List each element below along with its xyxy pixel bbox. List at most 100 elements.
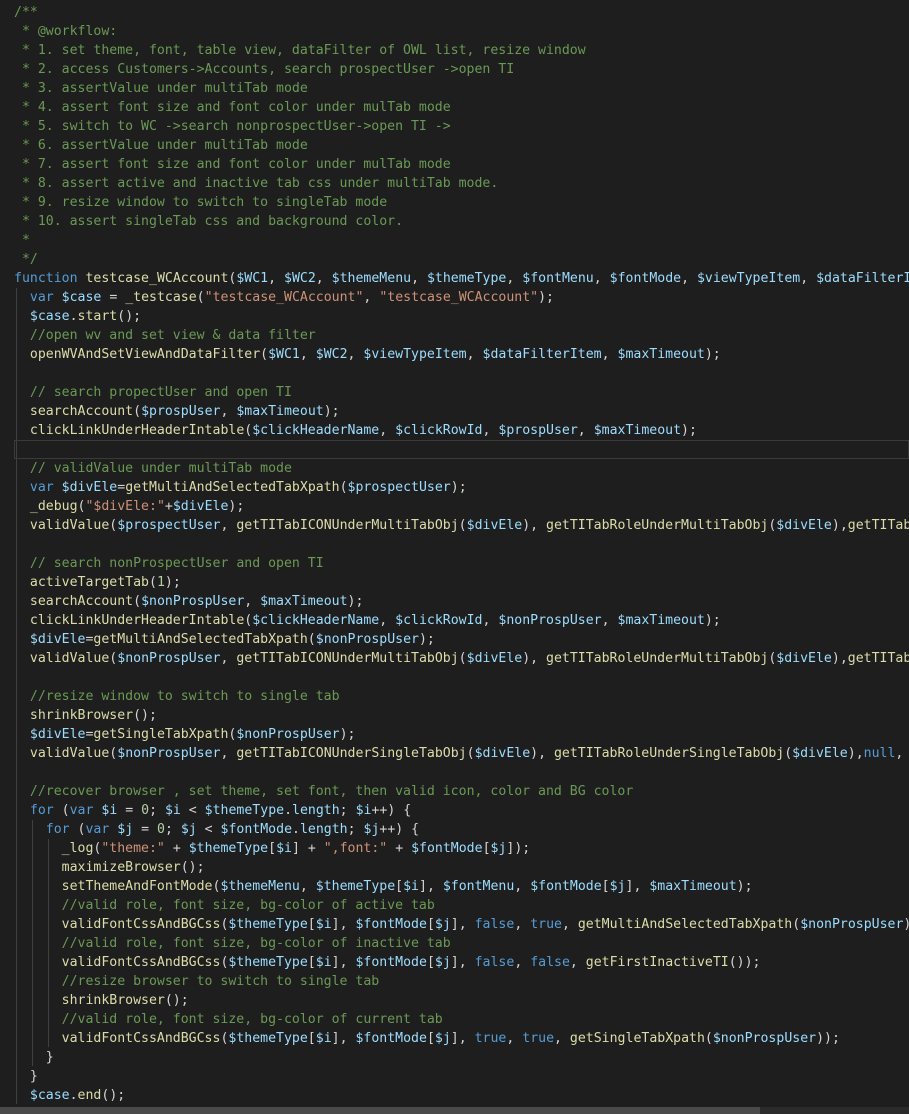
code-line[interactable]: * 7. assert font size and font color und… — [14, 155, 909, 174]
code-line[interactable]: * 4. assert font size and font color und… — [14, 98, 909, 117]
code-token: , — [268, 271, 285, 286]
code-line[interactable]: openWVAndSetViewAndDataFilter($WC1, $WC2… — [14, 345, 909, 364]
code-line[interactable]: validFontCssAndBGCss($themeType[$i], $fo… — [14, 1029, 909, 1048]
code-token: //recover browser , set theme, set font,… — [29, 784, 634, 799]
code-lines[interactable]: /** * @workflow: * 1. set theme, font, t… — [14, 3, 909, 1114]
code-token: [ — [307, 917, 316, 932]
code-line[interactable] — [14, 440, 909, 459]
code-token: length — [299, 822, 348, 837]
code-line[interactable]: validValue ($nonProspUser, getTITabICONUn… — [14, 649, 909, 668]
code-line[interactable]: activeTargetTab(1); — [14, 573, 909, 592]
code-line[interactable]: $divEle=getSingleTabXpath($nonProspUser)… — [14, 725, 909, 744]
code-token: ], — [331, 917, 356, 932]
code-token: , — [800, 271, 817, 286]
code-token: ] + — [291, 841, 324, 856]
code-line[interactable]: $case.end(); — [14, 1086, 909, 1105]
code-token: , — [466, 347, 483, 362]
code-token: $clickHeaderName — [252, 613, 380, 628]
code-line[interactable]: for (var $j = 0; $j < $fontMode.length; … — [14, 820, 909, 839]
code-line[interactable]: shrinkBrowser(); — [14, 991, 909, 1010]
code-line[interactable]: // validValue under multiTab mode — [14, 459, 909, 478]
code-line[interactable]: //valid role, font size, bg-color of cur… — [14, 1010, 909, 1029]
code-line[interactable]: maximizeBrowser(); — [14, 858, 909, 877]
code-token: + — [164, 841, 189, 856]
code-line[interactable]: $case.start(); — [14, 307, 909, 326]
code-line[interactable]: // search propectUser and open TI — [14, 383, 909, 402]
code-line[interactable]: setThemeAndFontMode($themeMenu, $themeTy… — [14, 877, 909, 896]
code-line[interactable]: _debug("$divEle:"+$divEle); — [14, 497, 909, 516]
code-line[interactable]: validFontCssAndBGCss($themeType[$i], $fo… — [14, 953, 909, 972]
code-token: $fontMode — [220, 822, 293, 837]
code-line[interactable]: //valid role, font size, bg-color of ina… — [14, 934, 909, 953]
code-line[interactable]: var $case = _testcase("testcase_WCAccoun… — [14, 288, 909, 307]
code-token: $maxTimeout — [617, 613, 705, 628]
code-line[interactable]: * — [14, 231, 909, 250]
code-line[interactable]: $divEle=getMultiAndSelectedTabXpath($non… — [14, 630, 909, 649]
code-token: ); — [323, 404, 340, 419]
code-line[interactable]: validValue ($nonProspUser, getTITabICONUn… — [14, 744, 909, 763]
code-line[interactable]: function testcase_WCAccount($WC1, $WC2, … — [14, 269, 909, 288]
code-line[interactable]: var $divEle=getMultiAndSelectedTabXpath(… — [14, 478, 909, 497]
code-token: $divEle — [61, 480, 118, 495]
code-token: true — [530, 917, 562, 932]
code-token: getMultiAndSelectedTabXpath — [577, 917, 793, 932]
code-line[interactable]: * 9. resize window to switch to singleTa… — [14, 193, 909, 212]
code-editor[interactable]: /** * @workflow: * 1. set theme, font, t… — [0, 0, 909, 1114]
code-token: */ — [14, 252, 38, 267]
code-line[interactable]: searchAccount($nonProspUser, $maxTimeout… — [14, 592, 909, 611]
code-line[interactable]: //resize window to switch to single tab — [14, 687, 909, 706]
scrollbar-thumb[interactable] — [0, 1107, 760, 1114]
code-line[interactable] — [14, 763, 909, 782]
horizontal-scrollbar[interactable] — [0, 1107, 909, 1114]
code-line[interactable]: * 3. assertValue under multiTab mode — [14, 79, 909, 98]
code-token: $dataFilterItem — [816, 271, 909, 286]
code-line[interactable]: searchAccount($prospUser, $maxTimeout); — [14, 402, 909, 421]
code-line[interactable]: shrinkBrowser(); — [14, 706, 909, 725]
code-line[interactable]: * 1. set theme, font, table view, dataFi… — [14, 41, 909, 60]
code-line[interactable]: */ — [14, 250, 909, 269]
code-token: ); — [347, 594, 364, 609]
code-line[interactable]: //resize browser to switch to single tab — [14, 972, 909, 991]
code-line[interactable]: clickLinkUnderHeaderIntable($clickHeader… — [14, 421, 909, 440]
code-line[interactable]: * 5. switch to WC ->search nonprospectUs… — [14, 117, 909, 136]
code-line[interactable]: * 10. assert singleTab css and backgroun… — [14, 212, 909, 231]
code-line[interactable]: _log("theme:" + $themeType[$i] + ",font:… — [14, 839, 909, 858]
code-line[interactable]: //valid role, font size, bg-color of act… — [14, 896, 909, 915]
code-token: ( — [196, 290, 205, 305]
code-line[interactable] — [14, 668, 909, 687]
code-line[interactable]: validFontCssAndBGCss($themeType[$i], $fo… — [14, 915, 909, 934]
code-token: var — [85, 822, 110, 837]
code-line[interactable]: } — [14, 1067, 909, 1086]
code-token: false — [530, 955, 570, 970]
code-line[interactable]: validValue ($prospectUser, getTITabICONUn… — [14, 516, 909, 535]
code-token: $nonProspUser — [141, 594, 245, 609]
code-token: getTITabRoleUnderMultiTabObj — [546, 651, 769, 666]
code-line[interactable]: } — [14, 1048, 909, 1067]
code-line[interactable] — [14, 535, 909, 554]
code-token: + — [164, 499, 173, 514]
code-line[interactable]: //recover browser , set theme, set font,… — [14, 782, 909, 801]
code-token: ); — [704, 613, 721, 628]
code-line[interactable]: * 8. assert active and inactive tab css … — [14, 174, 909, 193]
code-token: null — [863, 746, 896, 761]
code-token: "testcase_WCAccount" — [204, 290, 364, 305]
code-line[interactable]: for (var $i = 0; $i < $themeType.length;… — [14, 801, 909, 820]
code-token: getMultiAndSelectedTabXpath — [125, 480, 340, 495]
code-line[interactable]: * 6. assertValue under multiTab mode — [14, 136, 909, 155]
code-line[interactable]: //open wv and set view & data filter — [14, 326, 909, 345]
code-line[interactable]: clickLinkUnderHeaderIntable($clickHeader… — [14, 611, 909, 630]
code-line[interactable]: /** — [14, 3, 909, 22]
code-token: $maxTimeout — [617, 347, 705, 362]
code-line[interactable]: * @workflow: — [14, 22, 909, 41]
code-token: $j — [363, 822, 380, 837]
code-line[interactable]: * 2. access Customers->Accounts, search … — [14, 60, 909, 79]
code-token: validValue — [29, 518, 110, 533]
code-line[interactable]: // search nonProspectUser and open TI — [14, 554, 909, 573]
code-line[interactable] — [14, 364, 909, 383]
